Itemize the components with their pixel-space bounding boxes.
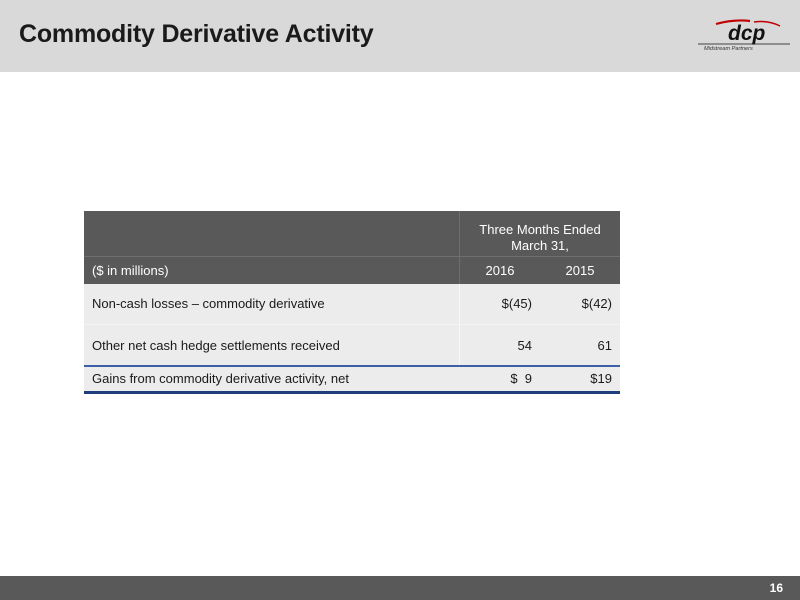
period-header-line-2: March 31, bbox=[511, 238, 569, 253]
logo-sub-text: Midstream Partners bbox=[704, 46, 753, 52]
slide-footer: 16 bbox=[0, 576, 800, 600]
value-2016: $(45) bbox=[501, 296, 532, 311]
dcp-midstream-partners-logo-icon: dcp Midstream Partners bbox=[698, 19, 790, 52]
header-blank-cell bbox=[84, 211, 460, 256]
logo-brand-text: dcp bbox=[728, 22, 766, 45]
value-2015: 61 bbox=[597, 338, 612, 353]
period-header-line-1: Three Months Ended bbox=[479, 222, 601, 237]
table-header-row: Three Months Ended March 31, bbox=[84, 211, 620, 256]
table-row: Non-cash losses – commodity derivative $… bbox=[84, 284, 620, 324]
table-row: Other net cash hedge settlements receive… bbox=[84, 324, 620, 365]
row-label: Other net cash hedge settlements receive… bbox=[92, 338, 340, 353]
column-header-2016: 2016 bbox=[485, 263, 515, 278]
total-value-2015: $19 bbox=[590, 371, 612, 386]
page-number: 16 bbox=[769, 581, 783, 595]
value-2016: 54 bbox=[517, 338, 532, 353]
period-header: Three Months Ended March 31, bbox=[460, 222, 620, 254]
page-title: Commodity Derivative Activity bbox=[19, 20, 374, 48]
unit-label: ($ in millions) bbox=[92, 263, 169, 278]
column-header-2015: 2015 bbox=[565, 263, 595, 278]
row-label: Non-cash losses – commodity derivative bbox=[92, 296, 325, 311]
table-total-row: Gains from commodity derivative activity… bbox=[84, 365, 620, 394]
derivative-activity-table: Three Months Ended March 31, ($ in milli… bbox=[84, 211, 620, 394]
total-row-label: Gains from commodity derivative activity… bbox=[92, 371, 349, 386]
total-value-2016: $ 9 bbox=[510, 371, 532, 386]
table-subheader-row: ($ in millions) 2016 2015 bbox=[84, 256, 620, 284]
value-2015: $(42) bbox=[581, 296, 612, 311]
slide-header: Commodity Derivative Activity dcp Midstr… bbox=[0, 0, 800, 72]
